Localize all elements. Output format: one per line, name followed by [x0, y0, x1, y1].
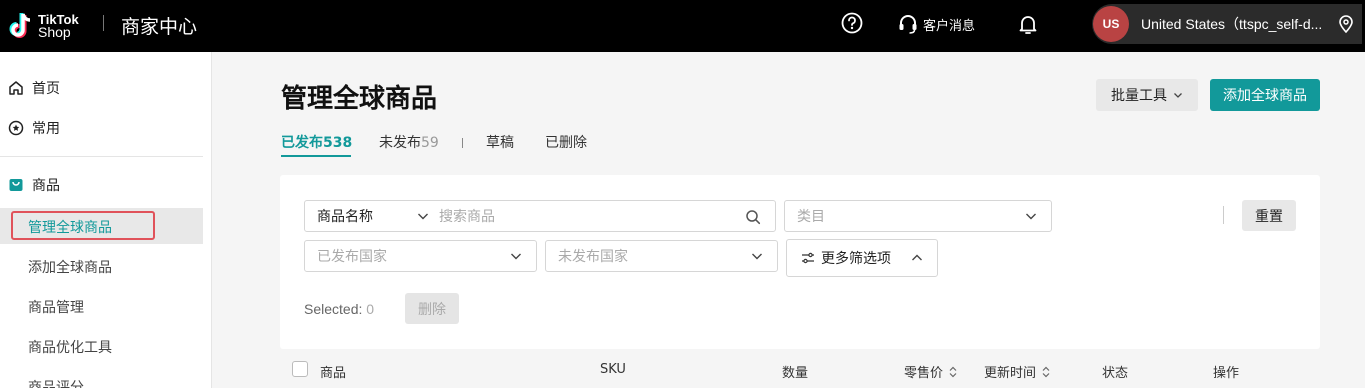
headset-icon [899, 15, 917, 34]
column-header-actions: 操作 [1213, 362, 1239, 381]
avatar: US [1093, 6, 1129, 42]
customer-messages-button[interactable]: 客户消息 [897, 13, 975, 35]
shopping-bag-icon [9, 179, 23, 191]
column-header-sku: SKU [600, 362, 626, 377]
home-icon [9, 81, 23, 95]
chevron-down-icon [752, 253, 762, 260]
logo-line2: Shop [38, 24, 71, 40]
help-circle-icon[interactable] [841, 12, 863, 34]
tab-deleted[interactable]: 已删除 [545, 132, 587, 152]
column-label: 操作 [1213, 366, 1240, 381]
customer-messages-label: 客户消息 [923, 18, 976, 34]
column-header-product: 商品 [320, 362, 346, 381]
sort-icon [949, 366, 957, 377]
tab-unpublished[interactable]: 未发布59 [379, 132, 439, 152]
tab-published[interactable]: 已发布538 [281, 132, 352, 152]
column-label: 状态 [1102, 366, 1129, 381]
tab-label: 草稿 [486, 135, 514, 151]
more-filters-button[interactable]: 更多筛选项 [786, 239, 938, 277]
sidebar-item-favorites[interactable]: 常用 [8, 118, 60, 138]
product-table-header: 商品 SKU 数量 零售价 更新时间 状态 操作 [280, 355, 1320, 388]
chevron-down-icon [1026, 213, 1036, 220]
column-label: 零售价 [904, 366, 944, 381]
column-header-status: 状态 [1102, 362, 1128, 381]
selected-count: Selected: 0 [304, 301, 374, 317]
location-pin-icon [1339, 15, 1353, 33]
sidebar-item-add-global-products[interactable]: 添加全球商品 [28, 257, 112, 277]
sidebar-item-manage-global-products[interactable]: 管理全球商品 [28, 217, 112, 237]
batch-tools-button[interactable]: 批量工具 [1096, 79, 1198, 111]
tab-label: 未发布 [379, 135, 421, 151]
sidebar-item-product-rating[interactable]: 商品评分 [28, 377, 84, 388]
tab-separator [462, 138, 463, 148]
sidebar-item-label: 商品 [32, 178, 60, 194]
column-label: 商品 [320, 366, 347, 381]
sidebar-divider [0, 156, 203, 157]
sidebar-item-product-management[interactable]: 商品管理 [28, 297, 84, 317]
unpublished-country-placeholder: 未发布国家 [558, 249, 628, 265]
tab-label: 已删除 [545, 135, 587, 151]
top-bar: TikTok Shop 商家中心 客户消息 US United States（t… [0, 0, 1365, 52]
column-label: SKU [600, 362, 626, 377]
tab-count: 59 [421, 135, 439, 151]
sidebar-item-optimization-tools[interactable]: 商品优化工具 [28, 337, 112, 357]
search-field-select[interactable]: 商品名称 [317, 206, 373, 226]
tab-label: 已发布 [281, 135, 323, 151]
chevron-down-icon [418, 213, 428, 220]
published-country-placeholder: 已发布国家 [317, 249, 387, 265]
account-name: United States（ttspc_self-d... [1141, 16, 1323, 32]
account-switcher[interactable]: US United States（ttspc_self-d... [1092, 4, 1362, 44]
sidebar-item-products[interactable]: 商品 [8, 175, 60, 195]
category-select[interactable]: 类目 [784, 200, 1052, 232]
tiktok-shop-logo[interactable]: TikTok Shop [8, 8, 79, 44]
tiktok-logo-icon [9, 13, 31, 38]
logo-divider [103, 15, 104, 31]
column-label: 更新时间 [984, 366, 1037, 381]
page-title: 管理全球商品 [281, 84, 438, 114]
reset-button[interactable]: 重置 [1242, 200, 1296, 231]
selected-number: 0 [366, 301, 375, 317]
active-tab-underline [281, 155, 351, 157]
delete-button[interactable]: 删除 [405, 293, 459, 324]
add-global-product-button[interactable]: 添加全球商品 [1210, 79, 1320, 111]
batch-tools-label: 批量工具 [1111, 88, 1167, 104]
more-filters-label: 更多筛选项 [821, 251, 891, 267]
column-header-updated-time[interactable]: 更新时间 [984, 362, 1050, 381]
app-title: 商家中心 [121, 16, 198, 38]
selected-label: Selected: [304, 301, 363, 317]
filter-divider [1223, 206, 1224, 224]
chevron-up-icon [912, 254, 922, 261]
sort-icon [1042, 366, 1050, 377]
product-search-field[interactable]: 商品名称 搜索商品 [304, 200, 776, 232]
logo-text: TikTok Shop [38, 13, 79, 39]
chevron-down-icon [1174, 93, 1182, 98]
published-country-select[interactable]: 已发布国家 [304, 240, 537, 272]
search-input[interactable]: 搜索商品 [439, 206, 495, 226]
category-placeholder: 类目 [797, 209, 825, 225]
sidebar: 首页 常用 商品 管理全球商品 添加全球商品 商品管理 商品优化工具 商品评分 [0, 52, 212, 388]
column-header-quantity: 数量 [782, 362, 808, 381]
star-circle-icon [8, 120, 24, 136]
tab-drafts[interactable]: 草稿 [486, 132, 514, 152]
column-header-retail-price[interactable]: 零售价 [904, 362, 957, 381]
sidebar-item-home[interactable]: 首页 [8, 78, 60, 98]
column-label: 数量 [782, 366, 809, 381]
bell-icon[interactable] [1016, 12, 1040, 36]
select-all-checkbox[interactable] [292, 361, 308, 377]
search-icon[interactable] [745, 209, 761, 225]
filter-sliders-icon [802, 252, 814, 264]
unpublished-country-select[interactable]: 未发布国家 [545, 240, 778, 272]
tab-count: 538 [323, 135, 353, 151]
sidebar-item-label: 常用 [32, 121, 60, 137]
sidebar-item-label: 首页 [32, 81, 60, 97]
chevron-down-icon [511, 253, 521, 260]
